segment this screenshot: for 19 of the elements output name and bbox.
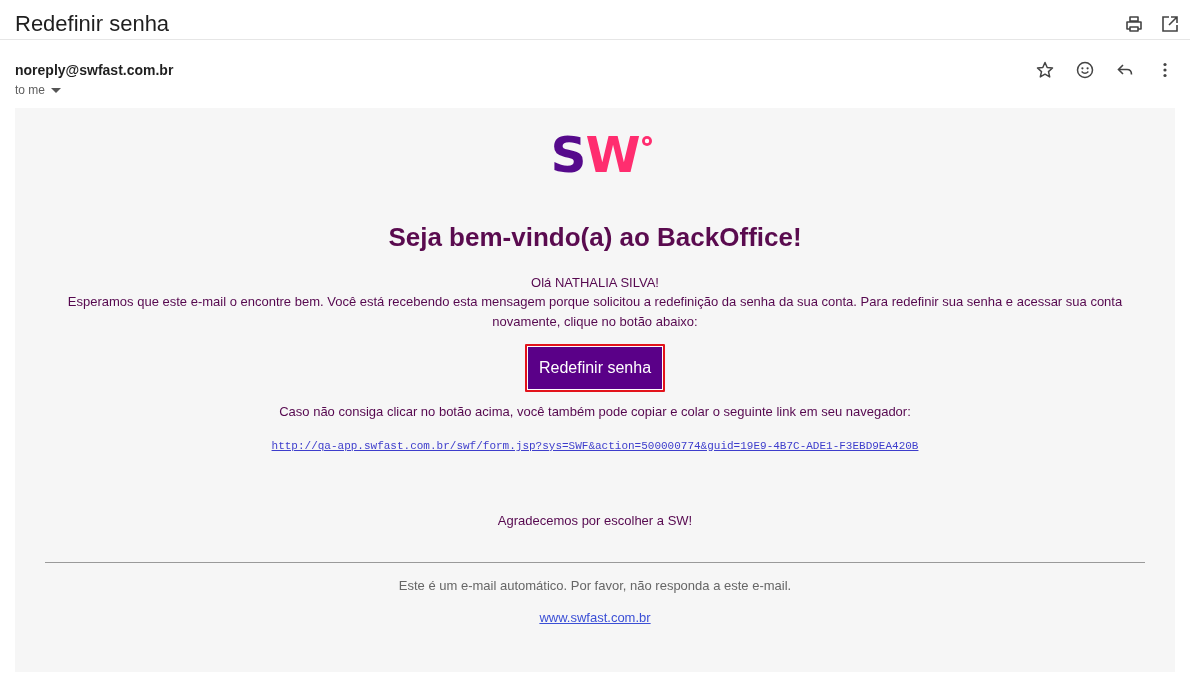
reset-link[interactable]: http://qa-app.swfast.com.br/swf/form.jsp?sys=SWF&action=500000774&guid=19E9-4B7C-ADE1-F3EBD9EA420B xyxy=(271,437,919,455)
caret-icon xyxy=(51,87,61,93)
company-logo: SW xyxy=(550,130,640,180)
message-paragraph: Esperamos que este e-mail o encontre bem. Você está recebendo esta mensagem porque solicitou a redefinição da senha da sua conta. Para redefinir sua senha e acessar sua conta novamente, clique no botão abaixo: xyxy=(66,293,1124,331)
sender-address: noreply@swfast.com.br xyxy=(15,61,174,80)
recipient-dropdown[interactable]: to me xyxy=(15,82,61,98)
open-in-new-window-icon[interactable] xyxy=(1160,13,1180,34)
email-subject: Redefinir senha xyxy=(15,9,170,38)
reset-password-button[interactable]: Redefinir senha xyxy=(524,344,666,392)
emoji-icon[interactable] xyxy=(1075,60,1095,80)
website-link[interactable]: www.swfast.com.br xyxy=(539,608,651,628)
fallback-instructions: Caso não consiga clicar no botão acima, você também pode copiar e colar o seguinte link em seu navegador: xyxy=(279,403,911,421)
thanks-text: Agradecemos por escolher a SW! xyxy=(497,512,693,530)
welcome-heading: Seja bem-vindo(a) ao BackOffice! xyxy=(388,221,802,253)
star-icon[interactable] xyxy=(1035,60,1055,80)
dot-icon xyxy=(641,136,652,146)
greeting-text: Olá NATHALIA SILVA! xyxy=(531,274,659,292)
print-icon[interactable] xyxy=(1124,13,1144,34)
automatic-email-note: Este é um e-mail automático. Por favor, não responda a este e-mail. xyxy=(398,577,792,595)
